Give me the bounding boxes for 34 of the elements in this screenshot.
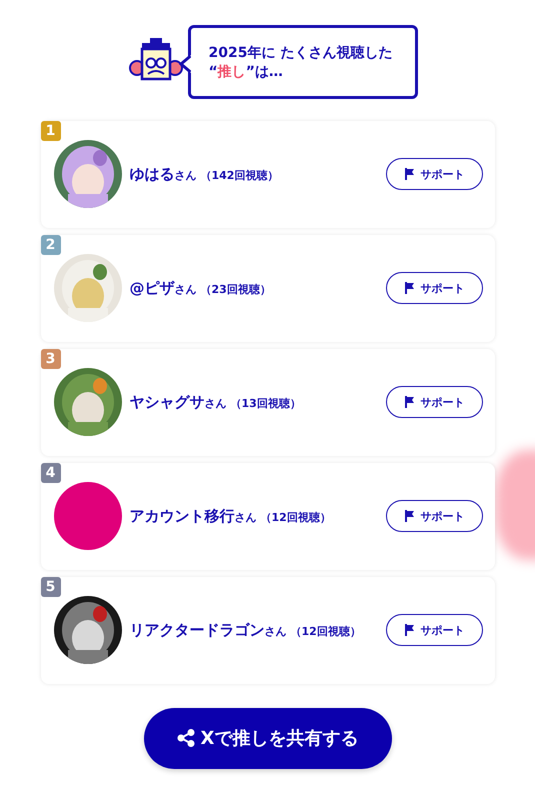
share-button[interactable]: Xで推しを共有する (144, 708, 392, 769)
bubble-tail (178, 55, 190, 73)
view-count: （23回視聴） (200, 282, 271, 297)
honorific-label: さん (204, 396, 226, 411)
user-name: リアクタードラゴン (130, 620, 264, 640)
support-button[interactable]: サポート (386, 386, 482, 418)
rank-badge: 5 (40, 576, 60, 597)
rank-badge: 2 (40, 234, 60, 255)
user-name: @ピザ (130, 278, 174, 298)
honorific-label: さん (264, 624, 286, 639)
flag-icon (404, 168, 414, 180)
rank-badge: 4 (40, 462, 60, 483)
flag-icon (404, 510, 414, 522)
flag-icon (404, 624, 414, 636)
support-button[interactable]: サポート (386, 272, 482, 304)
view-count: （142回視聴） (200, 168, 278, 183)
share-icon (176, 729, 195, 748)
flag-icon (404, 396, 414, 408)
speech-bubble: 2025年に たくさん視聴した “推し”は… (188, 25, 418, 99)
user-name: アカウント移行 (130, 506, 234, 526)
view-count: （12回視聴） (290, 624, 361, 639)
honorific-label: さん (174, 282, 196, 297)
view-count: （13回視聴） (230, 396, 301, 411)
flag-icon (404, 282, 414, 294)
support-button[interactable]: サポート (386, 500, 482, 532)
user-name: ヤシャグサ (130, 392, 204, 412)
rank-badge: 3 (40, 348, 60, 369)
user-name: ゆはる (130, 164, 174, 184)
honorific-label: さん (234, 510, 256, 525)
support-button[interactable]: サポート (386, 614, 482, 646)
view-count: （12回視聴） (260, 510, 331, 525)
support-button[interactable]: サポート (386, 158, 482, 190)
rank-badge: 1 (40, 120, 60, 141)
honorific-label: さん (174, 168, 196, 183)
